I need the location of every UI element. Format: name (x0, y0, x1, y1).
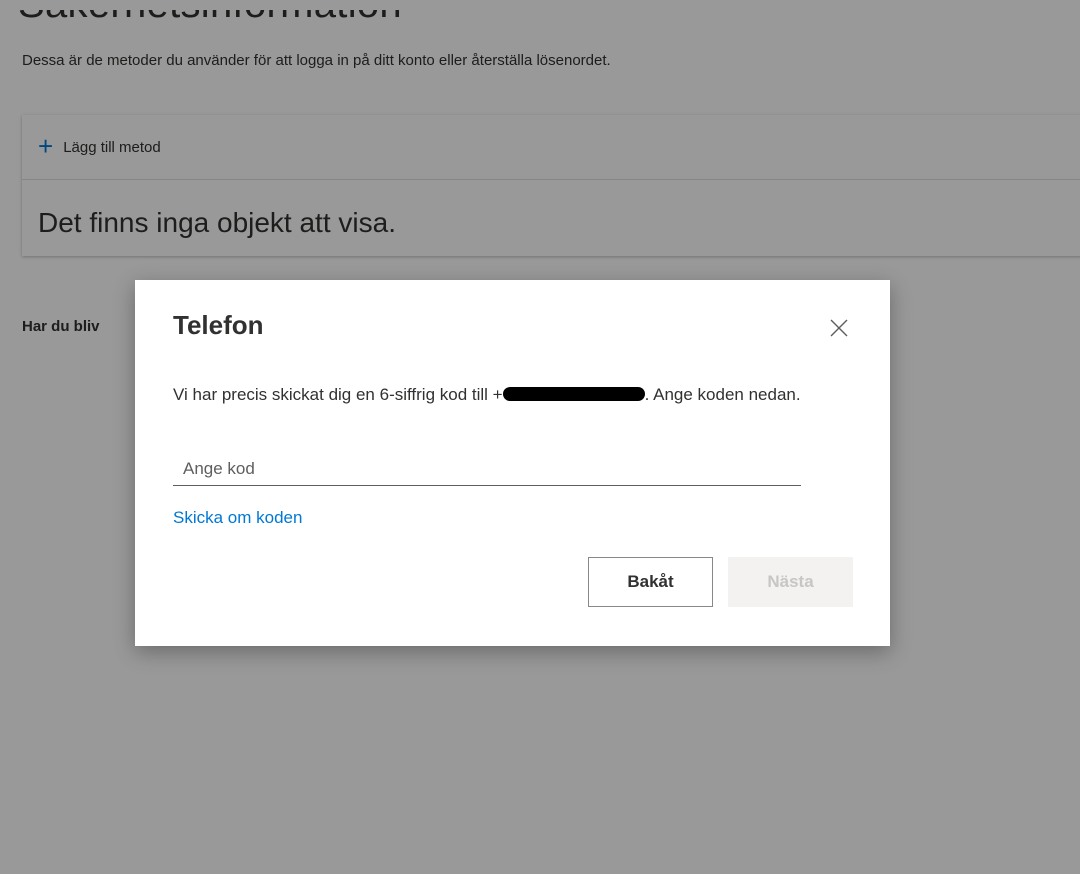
back-button[interactable]: Bakåt (588, 557, 713, 607)
dialog-title: Telefon (173, 310, 264, 340)
window-edge (1080, 0, 1088, 874)
resend-code-link[interactable]: Skicka om koden (173, 508, 302, 528)
dialog-message: Vi har precis skickat dig en 6-siffrig k… (173, 383, 833, 407)
message-before-number: Vi har precis skickat dig en 6-siffrig k… (173, 385, 503, 404)
redacted-phone-number (502, 386, 645, 401)
code-input[interactable] (173, 452, 801, 486)
phone-verification-dialog: Telefon Vi har precis skickat dig en 6-s… (135, 280, 890, 646)
close-button[interactable] (827, 316, 851, 340)
close-icon (830, 319, 848, 337)
next-button[interactable]: Nästa (728, 557, 853, 607)
message-after-number: . Ange koden nedan. (644, 385, 801, 404)
